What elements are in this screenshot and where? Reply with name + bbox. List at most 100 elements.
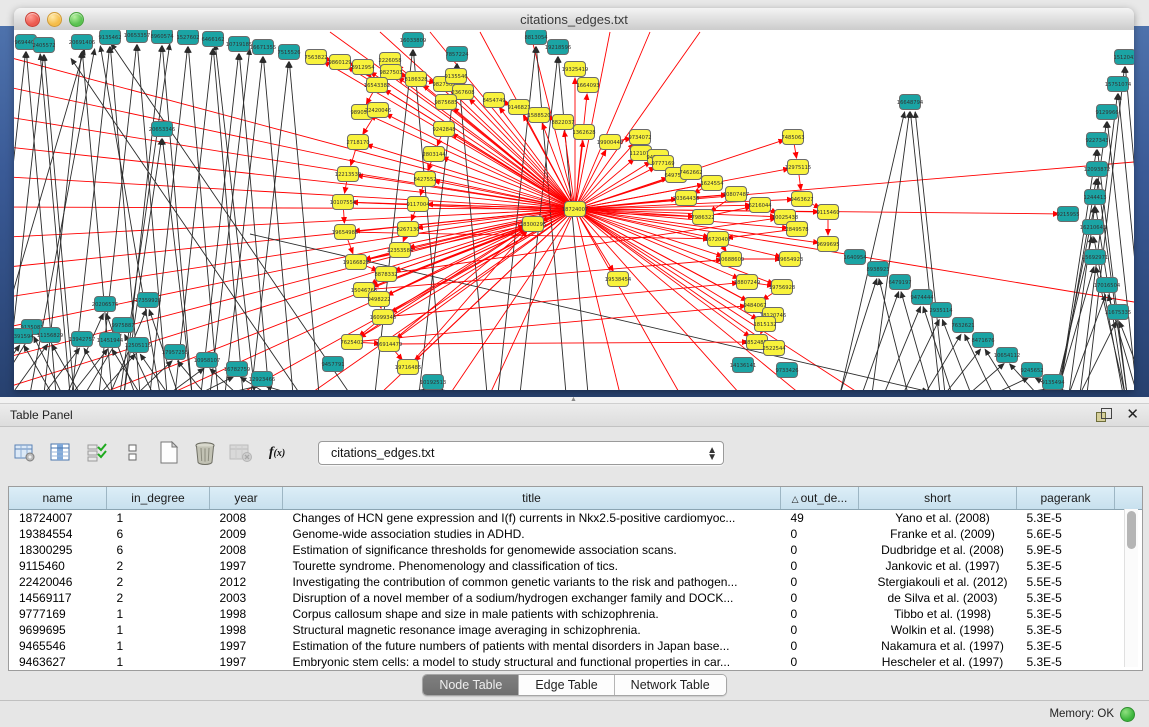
- table-cell[interactable]: 1: [107, 622, 210, 638]
- table-scrollbar[interactable]: [1124, 509, 1138, 667]
- table-cell[interactable]: Investigating the contribution of common…: [283, 574, 781, 590]
- table-row[interactable]: 2242004622012Investigating the contribut…: [9, 574, 1143, 590]
- table-row[interactable]: 1456911722003Disruption of a novel membe…: [9, 590, 1143, 606]
- rows-icon[interactable]: [120, 441, 146, 465]
- table-cell[interactable]: Disruption of a novel member of a sodium…: [283, 590, 781, 606]
- column-header-year[interactable]: year: [210, 487, 283, 510]
- close-icon[interactable]: ✕: [1126, 408, 1139, 422]
- table-cell[interactable]: Embryonic stem cells: a model to study s…: [283, 654, 781, 670]
- table-cell[interactable]: 9463627: [9, 654, 107, 670]
- table-cell[interactable]: 1997: [210, 558, 283, 574]
- table-cell[interactable]: 6: [107, 542, 210, 558]
- float-window-icon[interactable]: [1096, 408, 1112, 422]
- table-cell[interactable]: 22420046: [9, 574, 107, 590]
- table-cell[interactable]: 19384554: [9, 526, 107, 542]
- table-cell[interactable]: 0: [781, 590, 859, 606]
- table-cell[interactable]: 9699695: [9, 622, 107, 638]
- table-cell[interactable]: 0: [781, 654, 859, 670]
- table-cell[interactable]: Wolkin et al. (1998): [859, 622, 1017, 638]
- table-cell[interactable]: 5.6E-5: [1017, 526, 1115, 542]
- table-cell[interactable]: 5.5E-5: [1017, 574, 1115, 590]
- table-cell[interactable]: 2: [107, 558, 210, 574]
- table-cell[interactable]: 0: [781, 558, 859, 574]
- tab-network-table[interactable]: Network Table: [615, 675, 726, 695]
- table-cell[interactable]: 1: [107, 654, 210, 670]
- table-cell[interactable]: Franke et al. (2009): [859, 526, 1017, 542]
- table-cell[interactable]: Structural magnetic resonance image aver…: [283, 622, 781, 638]
- table-cell[interactable]: Dudbridge et al. (2008): [859, 542, 1017, 558]
- table-cell[interactable]: Changes of HCN gene expression and I(f) …: [283, 510, 781, 527]
- tab-node-table[interactable]: Node Table: [423, 675, 519, 695]
- table-cell[interactable]: Tourette syndrome. Phenomenology and cla…: [283, 558, 781, 574]
- table-cell[interactable]: 1998: [210, 622, 283, 638]
- column-header-name[interactable]: name: [9, 487, 107, 510]
- table-cell[interactable]: 49: [781, 510, 859, 527]
- table-cell[interactable]: Yano et al. (2008): [859, 510, 1017, 527]
- table-cell[interactable]: Stergiakouli et al. (2012): [859, 574, 1017, 590]
- window-titlebar[interactable]: citations_edges.txt: [14, 8, 1134, 31]
- table-row[interactable]: 911546021997Tourette syndrome. Phenomeno…: [9, 558, 1143, 574]
- table-row[interactable]: 1830029562008Estimation of significance …: [9, 542, 1143, 558]
- table-cell[interactable]: 9115460: [9, 558, 107, 574]
- table-cell[interactable]: 5.3E-5: [1017, 622, 1115, 638]
- panel-splitter[interactable]: ▲: [0, 397, 1149, 404]
- table-cell[interactable]: Genome-wide association studies in ADHD.: [283, 526, 781, 542]
- table-cell[interactable]: 0: [781, 542, 859, 558]
- table-cell[interactable]: Corpus callosum shape and size in male p…: [283, 606, 781, 622]
- column-header-short[interactable]: short: [859, 487, 1017, 510]
- table-settings-icon[interactable]: [12, 441, 38, 465]
- table-cell[interactable]: 18300295: [9, 542, 107, 558]
- table-cell[interactable]: Estimation of the future numbers of pati…: [283, 638, 781, 654]
- trash-icon[interactable]: [192, 441, 218, 465]
- new-document-icon[interactable]: [156, 441, 182, 465]
- table-cell[interactable]: 0: [781, 638, 859, 654]
- table-cell[interactable]: 0: [781, 526, 859, 542]
- table-cell[interactable]: Tibbo et al. (1998): [859, 606, 1017, 622]
- table-row[interactable]: 946554611997Estimation of the future num…: [9, 638, 1143, 654]
- table-cell[interactable]: Estimation of significance thresholds fo…: [283, 542, 781, 558]
- column-header-out-de-[interactable]: △out_de...: [781, 487, 859, 510]
- table-cell[interactable]: 9465546: [9, 638, 107, 654]
- table-cell[interactable]: 6: [107, 526, 210, 542]
- table-cell[interactable]: 1: [107, 606, 210, 622]
- table-cell[interactable]: 5.3E-5: [1017, 558, 1115, 574]
- table-cell[interactable]: Nakamura et al. (1997): [859, 638, 1017, 654]
- table-source-dropdown[interactable]: citations_edges.txt ▲▼: [318, 441, 724, 465]
- zoom-window-icon[interactable]: [69, 12, 84, 27]
- tab-edge-table[interactable]: Edge Table: [519, 675, 614, 695]
- column-header-title[interactable]: title: [283, 487, 781, 510]
- table-cell[interactable]: 1997: [210, 638, 283, 654]
- splitter-grip-icon[interactable]: ▲: [570, 398, 580, 402]
- table-cell[interactable]: 1997: [210, 654, 283, 670]
- table-cell[interactable]: 2009: [210, 526, 283, 542]
- table-row[interactable]: 969969511998Structural magnetic resonanc…: [9, 622, 1143, 638]
- table-cell[interactable]: 5.3E-5: [1017, 510, 1115, 527]
- table-cell[interactable]: 2: [107, 590, 210, 606]
- table-cell[interactable]: 2008: [210, 510, 283, 527]
- delete-table-icon[interactable]: [228, 441, 254, 465]
- table-cell[interactable]: 1998: [210, 606, 283, 622]
- table-scrollbar-thumb[interactable]: [1127, 511, 1136, 549]
- network-canvas[interactable]: 9694407240557220691406913546210653357896…: [14, 30, 1134, 390]
- table-cell[interactable]: 0: [781, 606, 859, 622]
- table-cell[interactable]: 1: [107, 638, 210, 654]
- table-cell[interactable]: 0: [781, 622, 859, 638]
- table-cell[interactable]: 9777169: [9, 606, 107, 622]
- memory-status-icon[interactable]: [1120, 707, 1135, 722]
- select-all-check-icon[interactable]: [84, 441, 110, 465]
- table-cell[interactable]: 5.3E-5: [1017, 590, 1115, 606]
- table-cell[interactable]: 18724007: [9, 510, 107, 527]
- table-cell[interactable]: 14569117: [9, 590, 107, 606]
- table-cell[interactable]: de Silva et al. (2003): [859, 590, 1017, 606]
- table-column-icon[interactable]: [48, 441, 74, 465]
- table-cell[interactable]: 5.3E-5: [1017, 606, 1115, 622]
- table-cell[interactable]: 5.9E-5: [1017, 542, 1115, 558]
- minimize-window-icon[interactable]: [47, 12, 62, 27]
- table-row[interactable]: 1938455462009Genome-wide association stu…: [9, 526, 1143, 542]
- table-row[interactable]: 977716911998Corpus callosum shape and si…: [9, 606, 1143, 622]
- column-header-pagerank[interactable]: pagerank: [1017, 487, 1115, 510]
- table-cell[interactable]: 2008: [210, 542, 283, 558]
- table-cell[interactable]: Hescheler et al. (1997): [859, 654, 1017, 670]
- table-cell[interactable]: Jankovic et al. (1997): [859, 558, 1017, 574]
- table-cell[interactable]: 5.3E-5: [1017, 638, 1115, 654]
